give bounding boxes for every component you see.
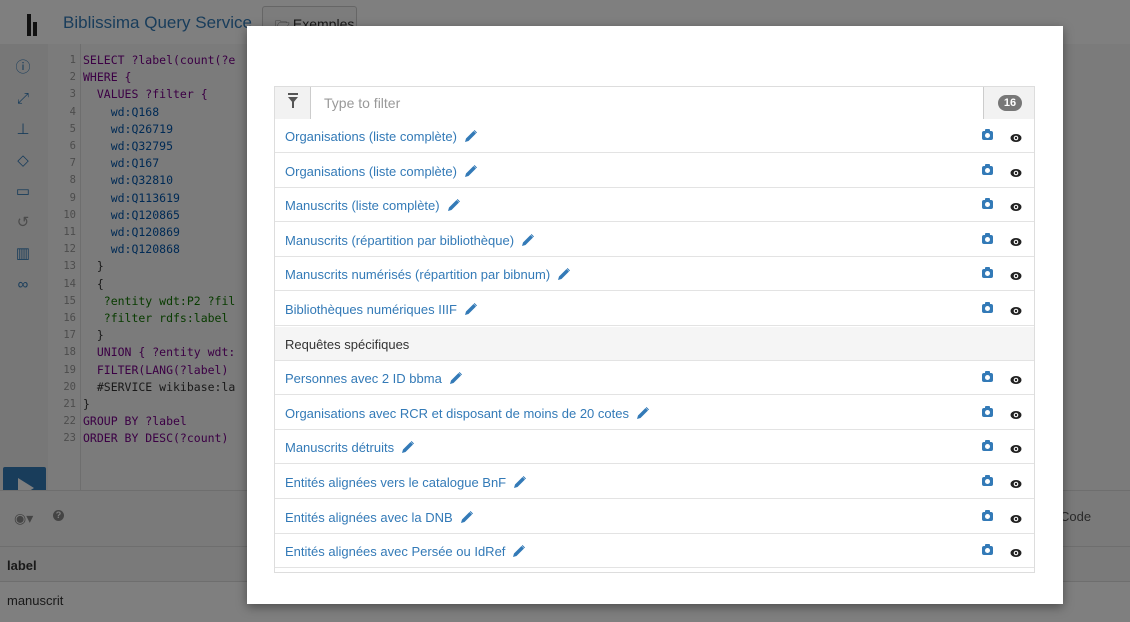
camera-icon[interactable] (982, 232, 993, 244)
example-row[interactable]: Manuscrits détruits (275, 430, 1034, 465)
eye-icon[interactable] (1010, 476, 1022, 488)
pencil-icon[interactable] (464, 164, 478, 178)
example-link[interactable]: Organisations avec RCR et disposant de m… (285, 406, 650, 421)
example-row[interactable]: Entités alignées vers le catalogue BnF (275, 465, 1034, 499)
pencil-icon[interactable] (464, 302, 478, 316)
example-row[interactable]: Personnes avec 2 ID bbma (275, 361, 1034, 396)
example-link[interactable]: Manuscrits (liste complète) (285, 198, 461, 213)
example-link[interactable]: Manuscrits détruits (285, 440, 415, 455)
example-row[interactable]: Organisations avec RCR et disposant de m… (275, 395, 1034, 430)
camera-icon[interactable] (982, 267, 993, 279)
camera-icon[interactable] (982, 129, 993, 140)
filter-icon (288, 93, 298, 108)
example-label: Personnes avec 2 ID bbma (285, 371, 442, 387)
filter-addon (275, 87, 311, 119)
eye-icon[interactable] (1010, 441, 1022, 454)
example-label: Requêtes spécifiques (285, 336, 410, 352)
camera-icon[interactable] (982, 544, 993, 556)
eye-icon[interactable] (1010, 407, 1022, 419)
camera-icon[interactable] (982, 371, 993, 383)
camera-icon[interactable] (982, 302, 993, 313)
example-link[interactable]: Manuscrits numérisés (répartition par bi… (285, 267, 571, 282)
eye-icon[interactable] (1010, 511, 1022, 523)
example-row[interactable]: Entités alignées avec Persée ou IdRef (275, 534, 1034, 569)
example-link[interactable]: Entités alignées avec la DNB (285, 510, 474, 525)
eye-icon[interactable] (1010, 199, 1022, 212)
example-link[interactable]: Manuscrits (répartition par bibliothèque… (285, 233, 535, 248)
example-row[interactable]: Organisations (liste complète) (275, 119, 1034, 153)
example-row[interactable]: Manuscrits numérisés (répartition par bi… (275, 257, 1034, 292)
pencil-icon[interactable] (512, 544, 526, 558)
camera-icon[interactable] (982, 509, 993, 521)
result-count-badge: 16 (998, 95, 1022, 111)
example-label: Organisations avec RCR et disposant de m… (285, 405, 629, 421)
section-title: Requêtes spécifiques (285, 337, 409, 352)
camera-icon[interactable] (982, 163, 993, 175)
examples-dialog: 16 Organisations (liste complète) Organis… (247, 26, 1063, 604)
example-label: Organisations (liste complète) (285, 163, 457, 179)
pencil-icon[interactable] (636, 406, 650, 420)
pencil-icon[interactable] (513, 475, 527, 489)
eye-icon[interactable] (1010, 545, 1022, 558)
filter-bar: 16 (275, 87, 1034, 120)
example-label: Manuscrits (liste complète) (285, 198, 440, 214)
example-label: Entités alignées avec Persée ou IdRef (285, 544, 506, 560)
example-label: Entités alignées vers le catalogue BnF (285, 475, 507, 490)
example-link[interactable]: Bibliothèques numériques IIIF (285, 302, 478, 317)
examples-list-panel: 16 Organisations (liste complète) Organis… (274, 86, 1035, 573)
camera-icon[interactable] (982, 198, 993, 210)
eye-icon[interactable] (1010, 165, 1022, 177)
example-label: Manuscrits numérisés (répartition par bi… (285, 267, 551, 283)
pencil-icon[interactable] (460, 510, 474, 524)
example-label: Organisations (liste complète) (285, 129, 457, 144)
example-row[interactable]: Organisations (liste complète) (275, 153, 1034, 188)
example-row[interactable]: Manuscrits (liste complète) (275, 188, 1034, 223)
example-link[interactable]: Organisations (liste complète) (285, 164, 478, 179)
pencil-icon[interactable] (447, 198, 461, 212)
camera-icon[interactable] (982, 405, 993, 417)
eye-icon[interactable] (1010, 268, 1022, 281)
pencil-icon[interactable] (401, 440, 415, 454)
example-row[interactable]: Manuscrits (répartition par bibliothèque… (275, 222, 1034, 257)
example-row[interactable]: Bibliothèques numériques IIIF (275, 292, 1034, 326)
filter-input[interactable] (311, 87, 983, 119)
example-label: Entités alignées avec la DNB (285, 509, 453, 525)
camera-icon[interactable] (982, 440, 993, 452)
example-link[interactable]: Entités alignées avec Persée ou IdRef (285, 544, 526, 559)
camera-icon[interactable] (982, 475, 993, 486)
section-header: Requêtes spécifiques (275, 326, 1034, 361)
example-label: Manuscrits détruits (285, 440, 395, 456)
count-cell: 16 (983, 87, 1034, 119)
eye-icon[interactable] (1010, 372, 1022, 385)
eye-icon[interactable] (1010, 234, 1022, 246)
pencil-icon[interactable] (557, 267, 571, 281)
example-label: Bibliothèques numériques IIIF (285, 302, 457, 317)
example-row[interactable]: Entités alignées avec la DNB (275, 499, 1034, 534)
eye-icon[interactable] (1010, 130, 1022, 142)
eye-icon[interactable] (1010, 303, 1022, 315)
example-link[interactable]: Personnes avec 2 ID bbma (285, 371, 463, 386)
example-link[interactable]: Organisations (liste complète) (285, 129, 478, 144)
pencil-icon[interactable] (449, 371, 463, 385)
example-label: Manuscrits (répartition par bibliothèque… (285, 232, 515, 248)
example-link[interactable]: Entités alignées vers le catalogue BnF (285, 475, 527, 490)
pencil-icon[interactable] (521, 233, 535, 247)
pencil-icon[interactable] (464, 129, 478, 143)
